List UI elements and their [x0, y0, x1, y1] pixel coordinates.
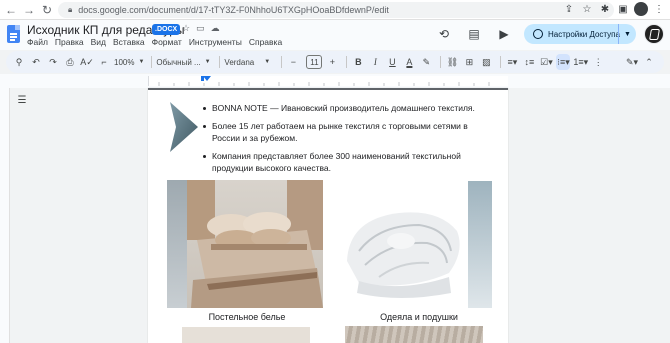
- font-select[interactable]: Verdana ▼: [224, 58, 274, 67]
- share-button[interactable]: Настройки Доступа ▼: [524, 24, 636, 44]
- more-tools-icon[interactable]: ⋮: [591, 54, 605, 70]
- docx-badge: .DOCX: [152, 24, 181, 35]
- font-size-input[interactable]: 11: [306, 55, 323, 69]
- caret-down-icon: ▼: [138, 59, 145, 65]
- zoom-select[interactable]: 100% ▼: [114, 58, 144, 67]
- menu-file[interactable]: Файл: [27, 37, 48, 47]
- caret-down-icon: ▼: [264, 59, 271, 65]
- star-icon[interactable]: ☆: [182, 23, 190, 34]
- menu-view[interactable]: Вид: [91, 37, 106, 47]
- back-icon[interactable]: ←: [2, 1, 20, 19]
- undo-icon[interactable]: ↶: [29, 54, 43, 70]
- menu-format[interactable]: Формат: [152, 37, 182, 47]
- bookmark-star-icon[interactable]: ☆: [580, 2, 594, 16]
- bulleted-list-icon[interactable]: ⁝≡▾: [556, 54, 571, 70]
- align-icon[interactable]: ≡▾: [505, 54, 519, 70]
- caret-down-icon: ▼: [204, 59, 211, 65]
- insert-link-icon[interactable]: ⛓: [445, 54, 459, 70]
- menu-insert[interactable]: Вставка: [113, 37, 145, 47]
- italic-icon[interactable]: I: [368, 54, 382, 70]
- formatting-toolbar: ⚲ ↶ ↷ ⎙ A✓ ⌐ 100% ▼ Обычный ... ▼ Verdana ▼…: [6, 51, 664, 73]
- document-page[interactable]: BONNA NOTE — Ивановский производитель до…: [148, 88, 508, 343]
- print-icon[interactable]: ⎙: [63, 54, 77, 70]
- add-comment-icon[interactable]: ⊞: [462, 54, 476, 70]
- horizontal-ruler: [0, 74, 670, 88]
- menu-edit[interactable]: Правка: [55, 37, 84, 47]
- bullet-list: BONNA NOTE — Ивановский производитель до…: [203, 102, 493, 180]
- editing-mode-icon[interactable]: ✎▾: [625, 54, 639, 70]
- menu-tools[interactable]: Инструменты: [189, 37, 242, 47]
- increase-font-size-icon[interactable]: +: [325, 54, 339, 70]
- bedding-photo[interactable]: [167, 180, 323, 308]
- blankets-photo[interactable]: [339, 181, 492, 308]
- meet-video-icon[interactable]: ▶: [494, 24, 514, 44]
- paragraph-style-select[interactable]: Обычный ... ▼: [156, 58, 212, 67]
- paint-format-icon[interactable]: ⌐: [97, 54, 111, 70]
- insert-image-icon[interactable]: ▨: [479, 54, 493, 70]
- comments-icon[interactable]: ▤: [464, 24, 484, 44]
- move-folder-icon[interactable]: ▭: [196, 23, 205, 34]
- zoom-value: 100%: [114, 57, 135, 67]
- profile-avatar[interactable]: [634, 2, 648, 16]
- lock-icon: 🔒︎: [68, 5, 73, 14]
- caption-blankets: Одеяла и подушки: [380, 312, 458, 322]
- paragraph-style-value: Обычный ...: [156, 57, 201, 67]
- line-spacing-icon[interactable]: ↕≡: [522, 54, 536, 70]
- forward-icon[interactable]: →: [20, 1, 38, 19]
- menu-bar: Файл Правка Вид Вставка Формат Инструмен…: [27, 37, 282, 47]
- sidebar-icon[interactable]: ▣: [616, 2, 630, 16]
- address-bar[interactable]: 🔒︎ docs.google.com/document/d/17-tTY3Z-F…: [58, 2, 614, 18]
- docs-logo-icon[interactable]: [7, 25, 20, 43]
- next-photo-right[interactable]: [345, 326, 483, 343]
- checklist-icon[interactable]: ☑▾: [539, 54, 553, 70]
- bold-icon[interactable]: B: [351, 54, 365, 70]
- indent-marker-icon[interactable]: [203, 76, 211, 81]
- bullet-item: Более 15 лет работаем на рынке текстиля …: [203, 120, 493, 144]
- spellcheck-icon[interactable]: A✓: [80, 54, 94, 70]
- more-menu-icon[interactable]: ⋮: [652, 2, 666, 16]
- user-avatar[interactable]: [644, 24, 664, 44]
- vertical-ruler: [0, 88, 10, 343]
- url-text: docs.google.com/document/d/17-tTY3Z-F0Nh…: [78, 5, 389, 15]
- font-value: Verdana: [224, 57, 255, 67]
- extensions-icon[interactable]: ✱: [598, 2, 612, 16]
- redo-icon[interactable]: ↷: [46, 54, 60, 70]
- caption-bedding: Постельное белье: [208, 312, 286, 322]
- collapse-toolbar-icon[interactable]: ⌃: [642, 54, 656, 70]
- reload-icon[interactable]: ↻: [38, 1, 56, 19]
- bullet-item: Компания представляет более 300 наименов…: [203, 150, 493, 174]
- search-icon[interactable]: ⚲: [12, 54, 26, 70]
- arrow-graphic-icon: [170, 102, 198, 152]
- share-button-label: Настройки Доступа: [548, 29, 620, 39]
- share-page-icon[interactable]: ⇪: [562, 2, 576, 16]
- document-outline-icon[interactable]: ☰: [12, 92, 32, 108]
- docs-header: Исходник КП для редактуры .DOCX ☆ ▭ ☁ Фа…: [0, 20, 670, 50]
- text-color-icon[interactable]: A: [402, 54, 416, 70]
- globe-icon: [533, 29, 543, 39]
- underline-icon[interactable]: U: [385, 54, 399, 70]
- browser-bar: ← → ↻ 🔒︎ docs.google.com/document/d/17-t…: [0, 0, 670, 20]
- bullet-item: BONNA NOTE — Ивановский производитель до…: [203, 102, 493, 114]
- cloud-status-icon[interactable]: ☁: [211, 23, 220, 34]
- version-history-icon[interactable]: ⟲: [434, 24, 454, 44]
- ruler-ticks: [158, 76, 490, 86]
- decrease-font-size-icon[interactable]: −: [286, 54, 300, 70]
- highlight-icon[interactable]: ✎: [419, 54, 433, 70]
- numbered-list-icon[interactable]: 1≡▾: [573, 54, 588, 70]
- next-photo-left[interactable]: [182, 327, 310, 343]
- chevron-down-icon[interactable]: ▼: [618, 24, 636, 44]
- menu-help[interactable]: Справка: [249, 37, 282, 47]
